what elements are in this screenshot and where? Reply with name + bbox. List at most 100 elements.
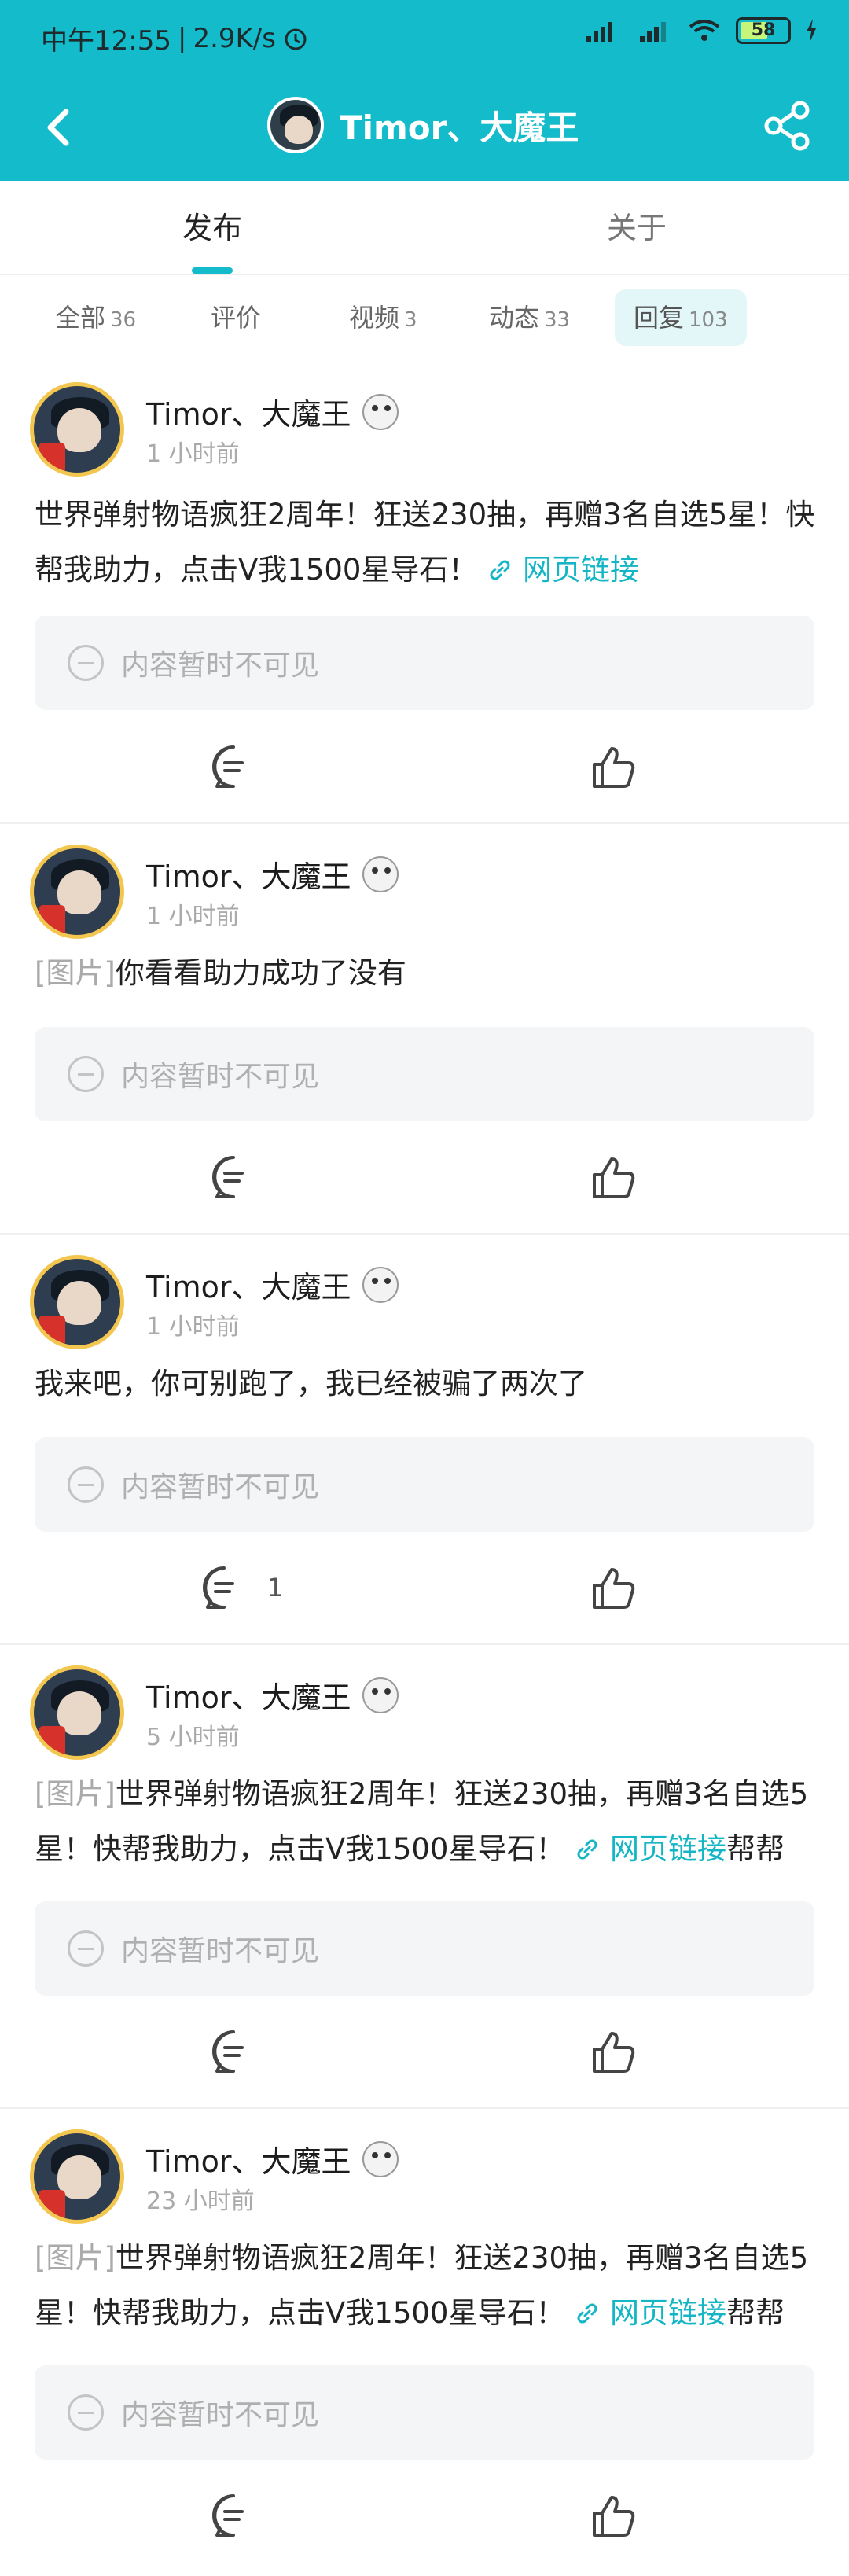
avatar[interactable] <box>30 2129 124 2224</box>
avatar[interactable] <box>30 1665 124 1760</box>
post-time: 5 小时前 <box>146 1724 240 1751</box>
tab-indicator <box>192 267 233 274</box>
goat-badge-icon <box>362 1676 399 1713</box>
filter-all[interactable]: 全部 36 <box>36 289 155 346</box>
comment-icon <box>212 745 244 788</box>
post-text[interactable]: 世界弹射物语疯狂2周年！狂送230抽，再赠3名自选5星！快帮我助力，点击V我15… <box>35 488 821 598</box>
thumbs-up-icon <box>593 747 635 788</box>
tab-bar: 发布 关于 <box>0 181 849 275</box>
goat-badge-icon <box>362 856 399 892</box>
thumbs-up-icon <box>593 1157 635 1198</box>
goat-badge-icon <box>362 1266 399 1303</box>
post-text[interactable]: [图片]世界弹射物语疯狂2周年！狂送230抽，再赠3名自选5星！快帮我助力，点击… <box>35 2231 821 2341</box>
comment-count: 1 <box>267 1573 284 1603</box>
link-icon <box>577 1839 597 1860</box>
back-button[interactable] <box>30 96 93 159</box>
hidden-content-box: 内容暂时不可见 <box>35 2365 814 2460</box>
web-link[interactable]: 网页链接 <box>574 2296 726 2330</box>
hidden-content-box: 内容暂时不可见 <box>35 616 814 710</box>
link-icon <box>577 2303 597 2324</box>
post-card[interactable]: Timor、大魔王 5 小时前 [图片]世界弹射物语疯狂2周年！狂送230抽，再… <box>0 1645 849 2109</box>
comment-icon <box>212 2494 244 2537</box>
thumbs-up-icon <box>593 2032 635 2073</box>
post-time: 1 小时前 <box>146 1313 240 1341</box>
post-actions <box>0 1142 849 1213</box>
signal-icon-2 <box>638 17 673 44</box>
comment-icon <box>203 1566 234 1609</box>
network-speed: 2.9K/s <box>193 22 276 54</box>
filter-videos[interactable]: 视频 3 <box>330 289 436 346</box>
status-time: 中午12:55 <box>41 25 171 57</box>
back-arrow-icon <box>47 109 69 146</box>
wifi-icon <box>687 17 722 44</box>
hidden-content-box: 内容暂时不可见 <box>35 1901 814 1996</box>
comment-icon <box>212 1156 244 1198</box>
goat-badge-icon <box>362 2140 399 2177</box>
charging-icon <box>805 19 818 42</box>
post-text[interactable]: 我来吧，你可别跑了，我已经被骗了两次了 <box>35 1356 821 1411</box>
post-actions <box>0 731 849 802</box>
hidden-content-box: 内容暂时不可见 <box>35 1027 814 1121</box>
minus-circle-icon <box>68 2394 104 2431</box>
like-button[interactable] <box>588 1563 637 1612</box>
goat-badge-icon <box>362 393 399 430</box>
thumbs-up-icon <box>593 1568 635 1609</box>
minus-circle-icon <box>68 645 104 681</box>
filter-moments[interactable]: 动态 33 <box>470 289 589 346</box>
post-time: 1 小时前 <box>146 903 240 930</box>
username[interactable]: Timor、大魔王 <box>146 2137 399 2180</box>
comment-button[interactable]: 1 <box>200 1563 283 1612</box>
filter-reviews[interactable]: 评价 <box>192 289 285 346</box>
like-button[interactable] <box>588 1153 637 1202</box>
minus-circle-icon <box>68 1056 104 1092</box>
comment-button[interactable] <box>209 2491 277 2540</box>
profile-header: Timor、大魔王 <box>267 90 579 160</box>
tab-publish[interactable]: 发布 <box>0 181 424 275</box>
post-card[interactable]: Timor、大魔王 1 小时前 世界弹射物语疯狂2周年！狂送230抽，再赠3名自… <box>0 362 849 824</box>
post-card[interactable]: Timor、大魔王 23 小时前 [图片]世界弹射物语疯狂2周年！狂送230抽，… <box>0 2109 849 2576</box>
battery-indicator: 58 <box>736 17 791 44</box>
comment-icon <box>212 2030 244 2073</box>
avatar[interactable] <box>30 1255 124 1349</box>
share-icon <box>764 101 810 151</box>
like-button[interactable] <box>588 742 637 791</box>
link-icon <box>490 560 510 580</box>
page-title: Timor、大魔王 <box>340 108 579 147</box>
comment-button[interactable] <box>209 1153 277 1202</box>
avatar[interactable] <box>30 845 124 939</box>
filter-bar: 全部 36 评价 视频 3 动态 33 回复 103 <box>0 275 849 362</box>
post-actions <box>0 2480 849 2551</box>
avatar[interactable] <box>267 97 324 153</box>
post-card[interactable]: Timor、大魔王 1 小时前 我来吧，你可别跑了，我已经被骗了两次了 内容暂时… <box>0 1235 849 1645</box>
post-time: 23 小时前 <box>146 2188 255 2215</box>
post-card[interactable]: Timor、大魔王 1 小时前 [图片]你看看助力成功了没有 内容暂时不可见 <box>0 824 849 1235</box>
hidden-content-box: 内容暂时不可见 <box>35 1437 814 1532</box>
username[interactable]: Timor、大魔王 <box>146 1673 399 1717</box>
post-text[interactable]: [图片]世界弹射物语疯狂2周年！狂送230抽，再赠3名自选5星！快帮我助力，点击… <box>35 1767 821 1877</box>
comment-button[interactable] <box>209 742 277 791</box>
minus-circle-icon <box>68 1930 104 1967</box>
post-time: 1 小时前 <box>146 440 240 468</box>
tab-about[interactable]: 关于 <box>424 181 849 275</box>
alarm-icon <box>282 25 309 52</box>
post-actions <box>0 2016 849 2087</box>
web-link[interactable]: 网页链接 <box>574 1832 726 1866</box>
filter-replies[interactable]: 回复 103 <box>615 289 747 346</box>
share-button[interactable] <box>756 94 819 157</box>
minus-circle-icon <box>68 1466 104 1503</box>
web-link[interactable]: 网页链接 <box>487 553 639 587</box>
avatar[interactable] <box>30 382 124 477</box>
status-bar: 中午12:55 | 2.9K/s 58 <box>0 0 849 72</box>
username[interactable]: Timor、大魔王 <box>146 390 399 433</box>
post-text[interactable]: [图片]你看看助力成功了没有 <box>35 946 821 1001</box>
like-button[interactable] <box>588 2027 637 2076</box>
signal-icon <box>585 17 624 44</box>
thumbs-up-icon <box>593 2496 635 2537</box>
post-actions: 1 <box>0 1552 849 1623</box>
navigation-bar: Timor、大魔王 <box>0 72 849 181</box>
comment-button[interactable] <box>209 2027 277 2076</box>
app-header: 中午12:55 | 2.9K/s 58 Timor、大魔王 <box>0 0 849 181</box>
like-button[interactable] <box>588 2491 637 2540</box>
username[interactable]: Timor、大魔王 <box>146 1263 399 1306</box>
username[interactable]: Timor、大魔王 <box>146 852 399 896</box>
